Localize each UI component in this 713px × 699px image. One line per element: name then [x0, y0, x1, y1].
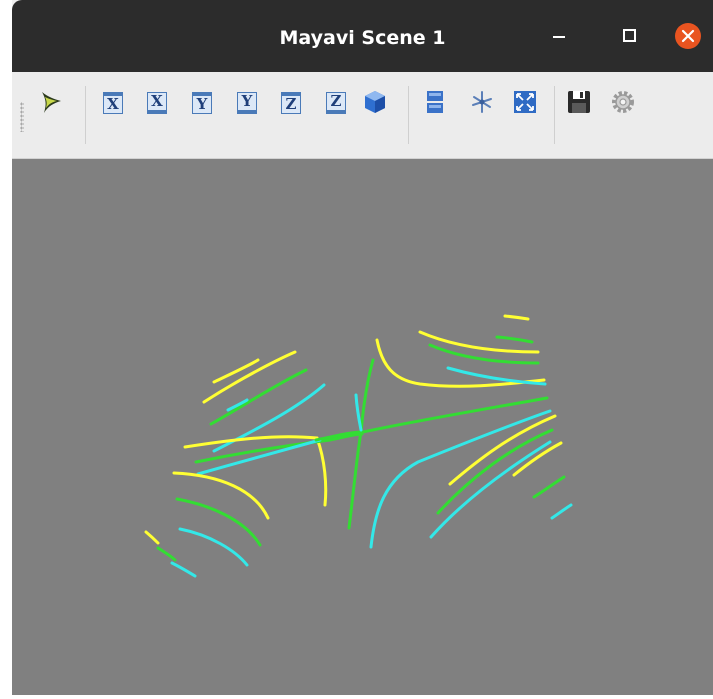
- save-icon[interactable]: [566, 89, 592, 115]
- streamlines-plot: [144, 314, 573, 578]
- close-icon[interactable]: [672, 20, 704, 52]
- axis-label: Y: [237, 92, 257, 111]
- streamline: [495, 335, 534, 344]
- streamline: [170, 561, 197, 578]
- streamline: [429, 440, 552, 539]
- axis-label: Z: [326, 92, 346, 111]
- view-y-plus-icon[interactable]: Y: [191, 92, 213, 114]
- toolbar-grip[interactable]: [20, 102, 24, 132]
- axis-label: X: [103, 95, 123, 114]
- axis-label: X: [147, 92, 167, 111]
- toolbar-separator: [408, 86, 409, 144]
- window-title: Mayavi Scene 1: [279, 27, 446, 49]
- streamline: [347, 358, 375, 530]
- render-scene[interactable]: [12, 159, 713, 695]
- mayavi-window: Mayavi Scene 1 X X Y Y Z Z: [12, 0, 713, 695]
- streamline: [212, 358, 260, 384]
- view-z-plus-icon[interactable]: Z: [280, 92, 302, 114]
- streamline: [436, 428, 554, 515]
- axis-label: Z: [281, 95, 301, 114]
- streamline: [314, 396, 549, 442]
- view-x-plus-icon[interactable]: X: [102, 92, 124, 114]
- streamline: [532, 475, 566, 499]
- streamline: [550, 503, 573, 520]
- title-bar[interactable]: Mayavi Scene 1: [12, 0, 713, 72]
- streamline: [144, 530, 160, 545]
- maximize-icon[interactable]: [613, 20, 645, 52]
- streamline: [178, 527, 249, 567]
- toolbar: X X Y Y Z Z: [12, 72, 713, 159]
- minimize-icon[interactable]: [543, 20, 575, 52]
- view-x-minus-icon[interactable]: X: [146, 92, 168, 114]
- mayavi-logo-icon[interactable]: [38, 89, 64, 115]
- view-z-minus-icon[interactable]: Z: [325, 92, 347, 114]
- parallel-projection-icon[interactable]: [422, 89, 448, 115]
- streamline: [503, 314, 530, 321]
- toolbar-separator: [554, 86, 555, 144]
- axes-toggle-icon[interactable]: [469, 89, 495, 115]
- isometric-cube-icon[interactable]: [362, 89, 388, 115]
- view-y-minus-icon[interactable]: Y: [236, 92, 258, 114]
- fullscreen-icon[interactable]: [512, 89, 538, 115]
- streamline: [202, 350, 297, 404]
- toolbar-separator: [85, 86, 86, 144]
- streamline: [175, 497, 262, 547]
- settings-icon[interactable]: [610, 89, 636, 115]
- streamline: [354, 393, 363, 432]
- streamline: [156, 546, 177, 562]
- axis-label: Y: [192, 95, 212, 114]
- streamline: [446, 366, 547, 386]
